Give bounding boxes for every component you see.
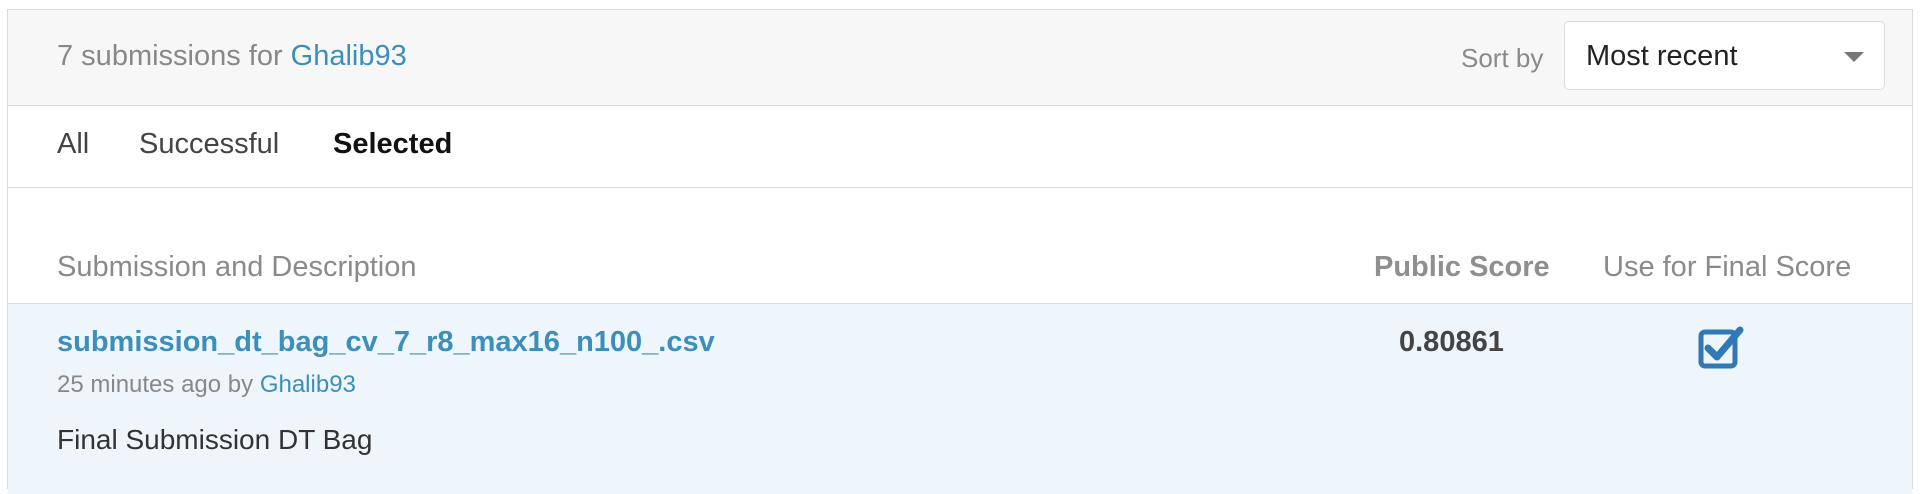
- tab-successful[interactable]: Successful: [139, 128, 279, 161]
- tab-all[interactable]: All: [57, 128, 89, 161]
- submissions-panel: 7 submissions for Ghalib93 Sort by Most r…: [7, 9, 1913, 494]
- sort-select[interactable]: Most recent: [1564, 21, 1885, 90]
- column-header-public-score[interactable]: Public Score: [1374, 251, 1550, 284]
- chevron-down-icon: [1844, 52, 1864, 62]
- submissions-title: 7 submissions for Ghalib93: [57, 40, 407, 73]
- filter-tabs: All Successful Selected: [8, 106, 1912, 188]
- submission-user-link[interactable]: Ghalib93: [260, 371, 356, 398]
- column-header-submission: Submission and Description: [57, 251, 417, 283]
- submissions-count: 7 submissions for: [57, 40, 283, 72]
- public-score-value: 0.80861: [1399, 326, 1504, 358]
- tab-selected[interactable]: Selected: [333, 128, 452, 161]
- sort-select-value: Most recent: [1586, 40, 1738, 72]
- submission-meta: 25 minutes ago by Ghalib93: [57, 371, 356, 399]
- submission-time: 25 minutes ago: [57, 371, 222, 398]
- submission-file-link[interactable]: submission_dt_bag_cv_7_r8_max16_n100_.cs…: [57, 326, 715, 359]
- submissions-header: 7 submissions for Ghalib93 Sort by Most r…: [8, 10, 1912, 106]
- column-header-use-for-final: Use for Final Score: [1603, 251, 1852, 283]
- submission-description: Final Submission DT Bag: [57, 424, 373, 455]
- use-for-final-checkbox[interactable]: [1698, 324, 1744, 370]
- sort-by-label: Sort by: [1461, 43, 1544, 73]
- submission-by: by: [227, 371, 254, 398]
- table-header: Submission and Description Public Score …: [8, 188, 1912, 304]
- user-link[interactable]: Ghalib93: [291, 40, 407, 72]
- table-row: submission_dt_bag_cv_7_r8_max16_n100_.cs…: [8, 304, 1912, 494]
